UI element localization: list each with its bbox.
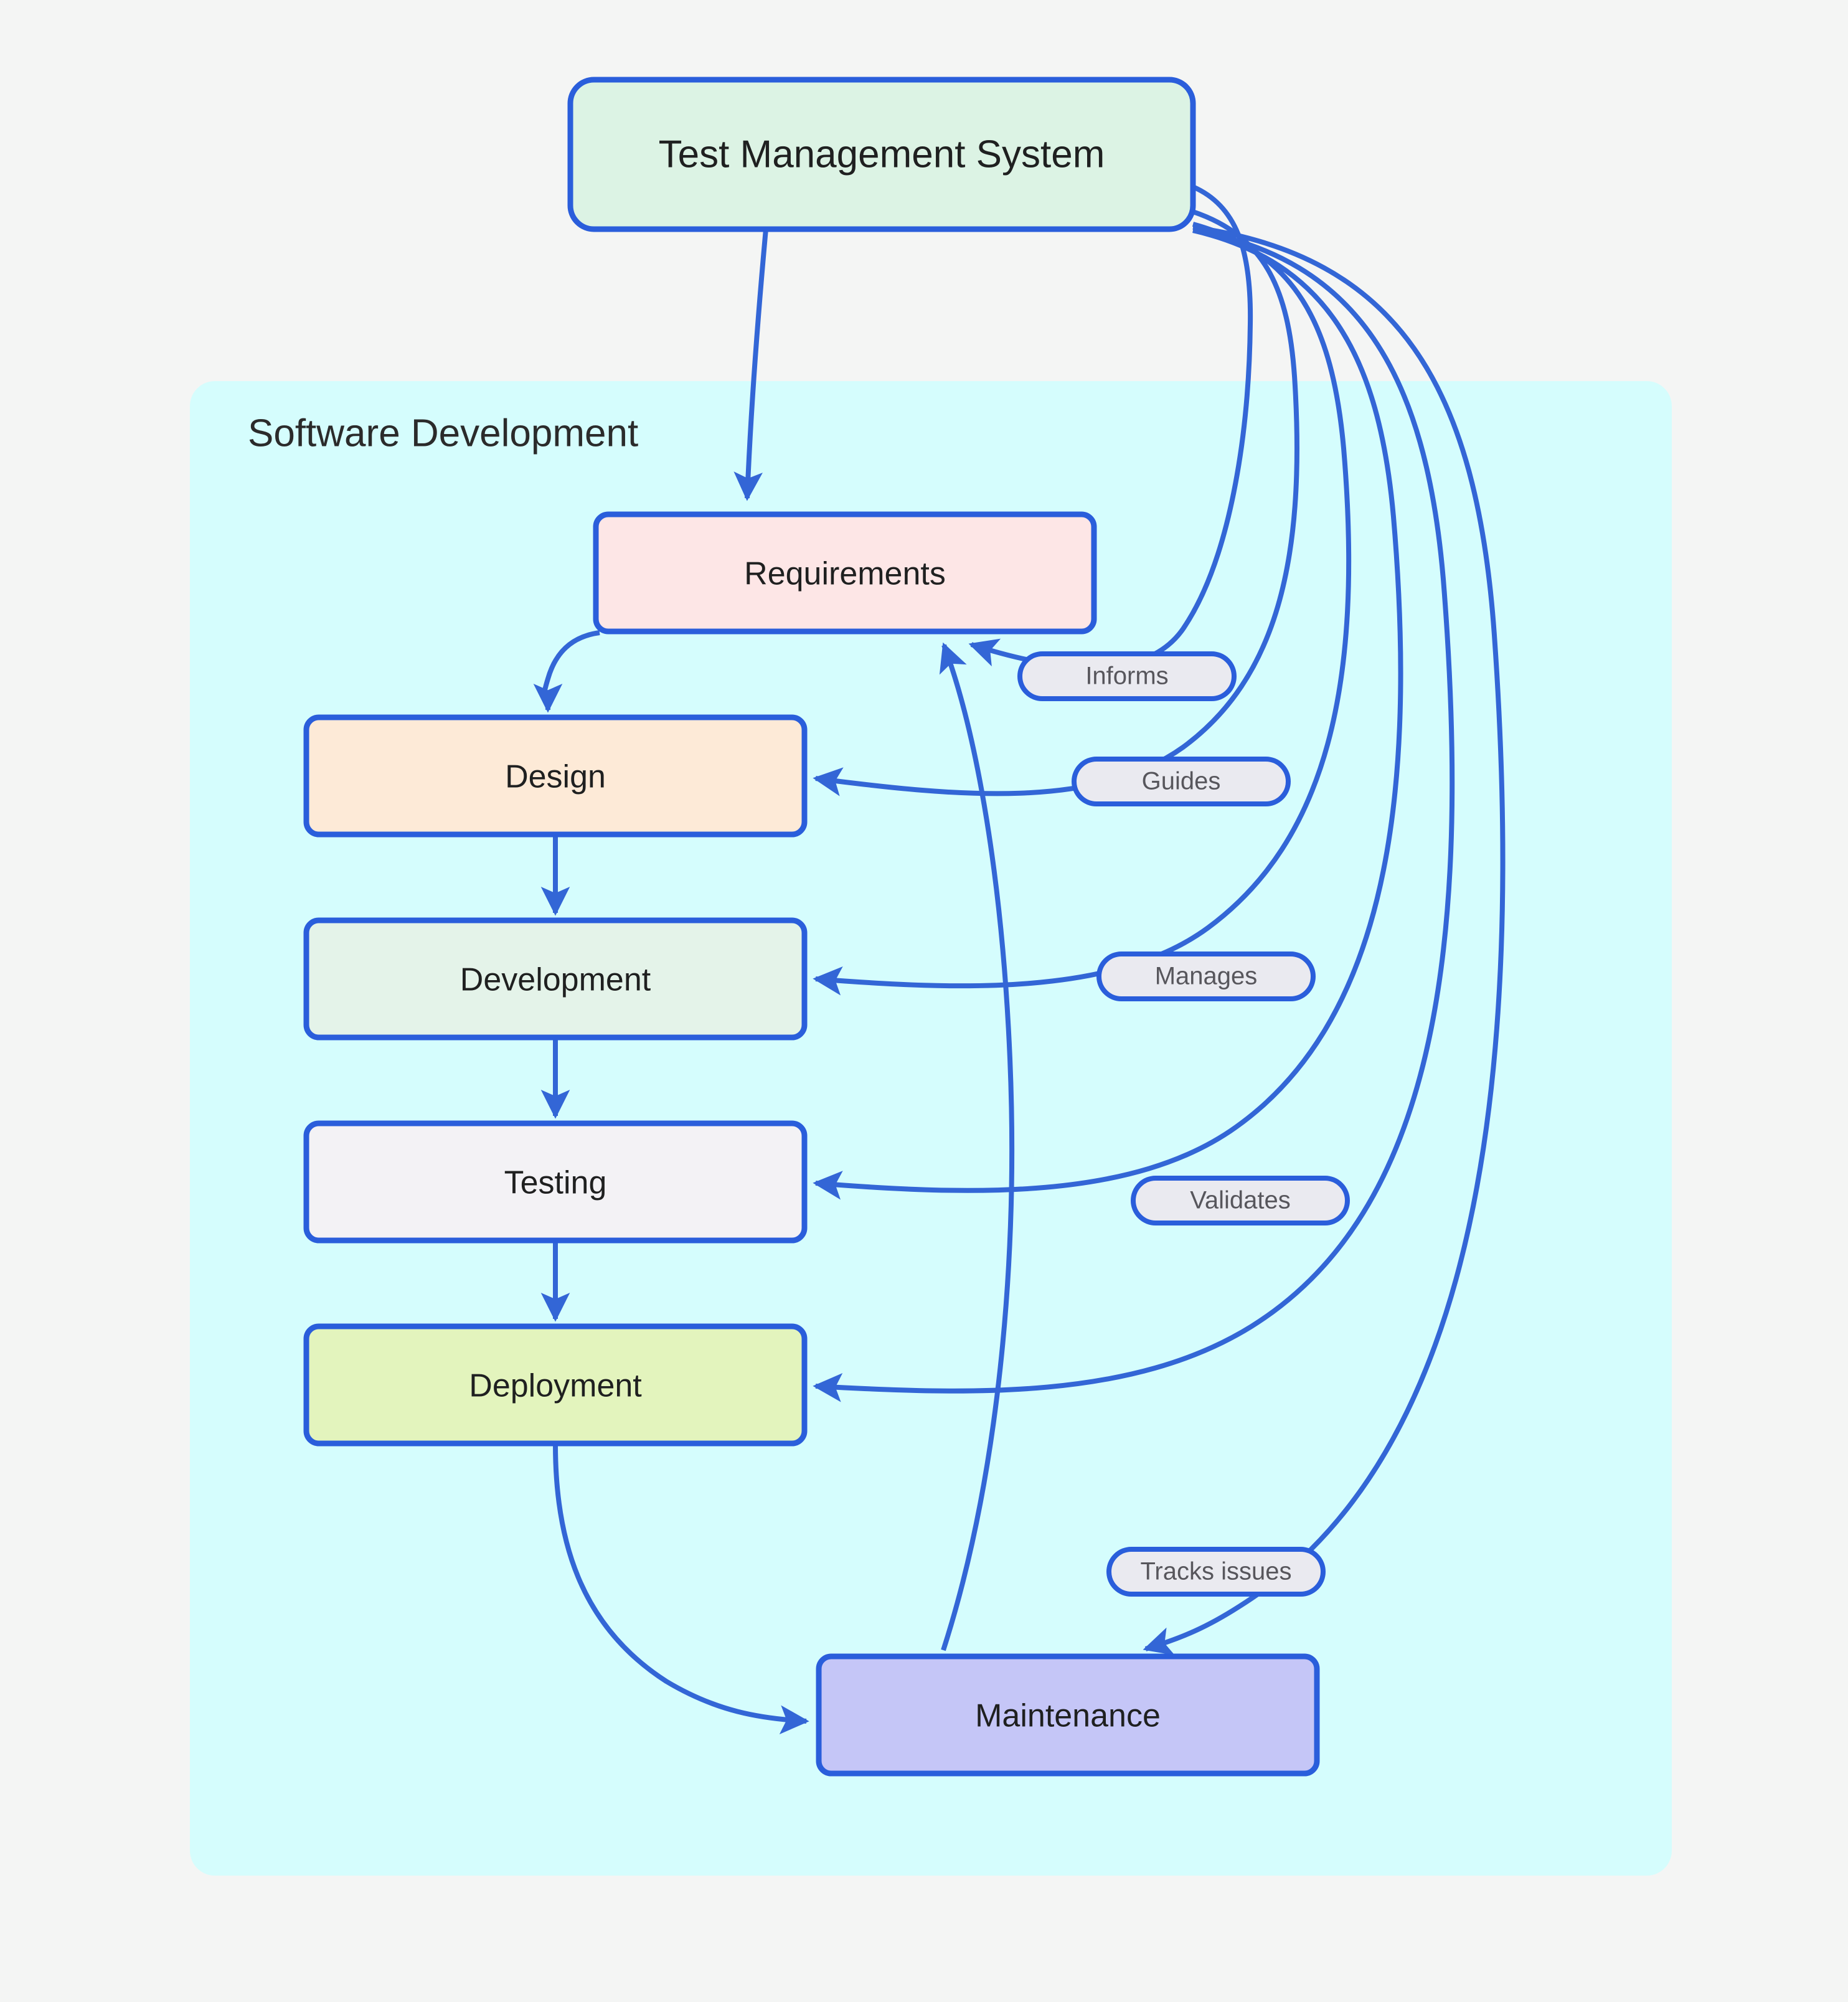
node-test-management-system[interactable]: Test Management System bbox=[567, 77, 1196, 232]
flowchart-svg: Software Development Test Management Sys… bbox=[190, 77, 1672, 1876]
edge-label-text-validates: Validates bbox=[1190, 1187, 1291, 1214]
edge-label-guides: Guides bbox=[1072, 757, 1291, 806]
node-design[interactable]: Design bbox=[303, 714, 808, 838]
edge-label-tracks-issues: Tracks issues bbox=[1106, 1547, 1326, 1597]
edge-label-manages: Manages bbox=[1096, 951, 1316, 1001]
node-label-design: Design bbox=[505, 759, 606, 795]
edge-label-text-manages: Manages bbox=[1155, 963, 1258, 990]
edge-label-text-guides: Guides bbox=[1142, 768, 1221, 795]
node-label-testing: Testing bbox=[504, 1165, 607, 1201]
node-label-maintenance: Maintenance bbox=[975, 1698, 1161, 1734]
edge-label-text-tracks-issues: Tracks issues bbox=[1140, 1558, 1291, 1585]
node-deployment[interactable]: Deployment bbox=[303, 1323, 808, 1447]
node-development[interactable]: Development bbox=[303, 917, 808, 1041]
cluster-label-text: Software Development bbox=[248, 412, 638, 455]
diagram-canvas: Software Development Test Management Sys… bbox=[0, 0, 1848, 2002]
node-label-deployment: Deployment bbox=[469, 1368, 642, 1404]
node-label-development: Development bbox=[460, 962, 651, 998]
edge-label-validates: Validates bbox=[1131, 1176, 1350, 1225]
node-maintenance[interactable]: Maintenance bbox=[816, 1653, 1320, 1777]
node-requirements[interactable]: Requirements bbox=[593, 511, 1097, 635]
node-label-requirements: Requirements bbox=[744, 556, 946, 592]
node-testing[interactable]: Testing bbox=[303, 1120, 808, 1244]
edge-label-informs: Informs bbox=[1017, 651, 1237, 701]
edge-label-text-informs: Informs bbox=[1085, 663, 1168, 690]
node-label-tms: Test Management System bbox=[659, 133, 1105, 176]
